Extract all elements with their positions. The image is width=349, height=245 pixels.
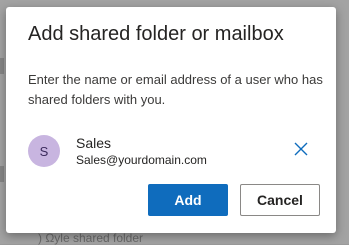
avatar: S	[28, 135, 60, 167]
background-edge	[0, 58, 4, 74]
person-email: Sales@yourdomain.com	[76, 153, 207, 167]
dialog-title: Add shared folder or mailbox	[28, 23, 284, 45]
background-text: ) Ωyle shared folder	[38, 231, 144, 245]
add-button[interactable]: Add	[148, 184, 228, 216]
background-edge	[0, 166, 4, 182]
close-icon	[294, 142, 308, 156]
add-shared-folder-dialog: Add shared folder or mailbox Enter the n…	[6, 7, 336, 233]
remove-person-button[interactable]	[294, 142, 308, 156]
avatar-initial: S	[39, 143, 49, 159]
dialog-description: Enter the name or email address of a use…	[28, 72, 323, 107]
cancel-button[interactable]: Cancel	[240, 184, 320, 216]
person-name: Sales	[76, 135, 112, 151]
